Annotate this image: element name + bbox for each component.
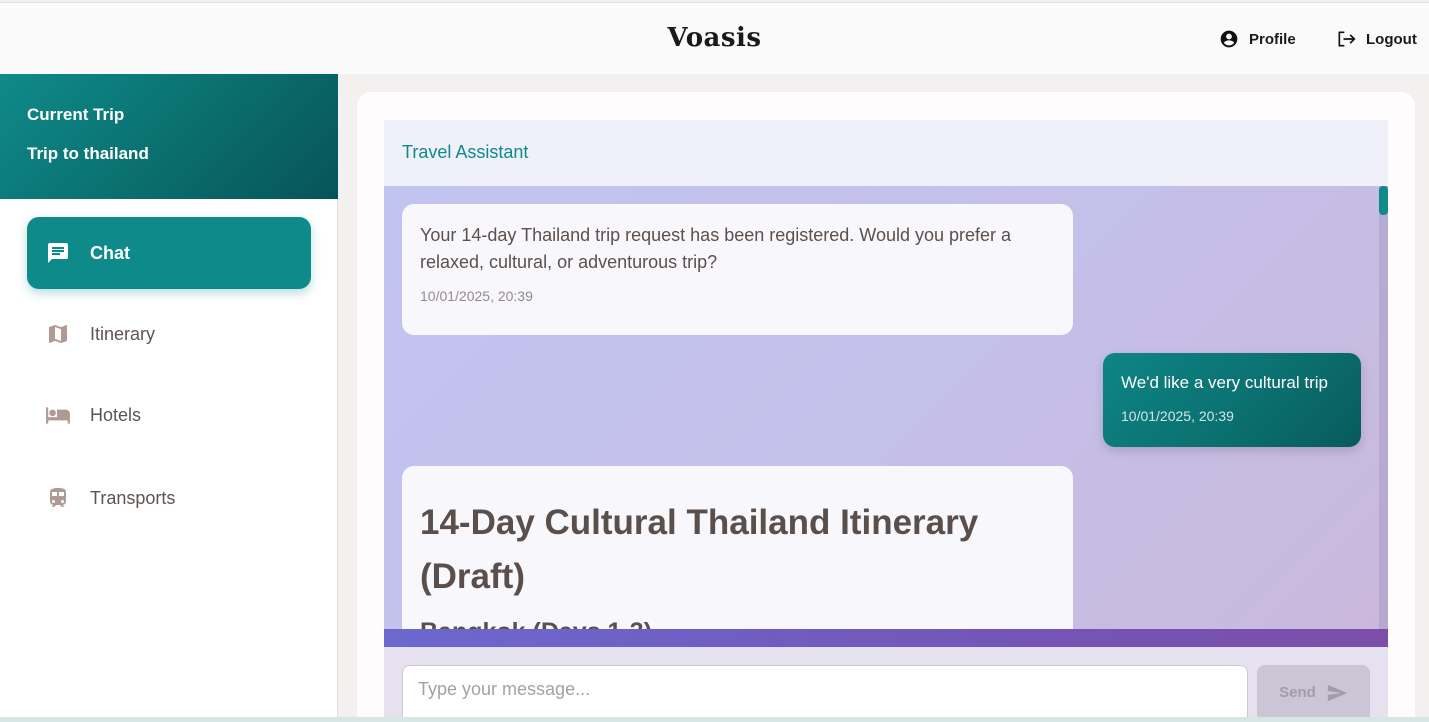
- profile-label: Profile: [1249, 30, 1296, 48]
- message-list[interactable]: Your 14-day Thailand trip request has be…: [384, 186, 1388, 629]
- chat-divider: [384, 629, 1388, 647]
- account-circle-icon: [1220, 30, 1238, 48]
- sidebar-item-label: Hotels: [90, 404, 142, 425]
- logout-label: Logout: [1366, 30, 1417, 48]
- app-header: Voasis Profile Logout: [0, 2, 1429, 74]
- message-composer: Send: [384, 647, 1388, 722]
- train-icon: [45, 485, 71, 511]
- message-timestamp: 10/01/2025, 20:39: [420, 288, 533, 304]
- sidebar-item-label: Chat: [90, 242, 130, 263]
- chat-title: Travel Assistant: [402, 142, 529, 162]
- profile-button[interactable]: Profile: [1219, 27, 1296, 51]
- sidebar-item-transports[interactable]: Transports: [27, 462, 311, 534]
- send-button[interactable]: Send: [1257, 665, 1370, 722]
- logout-button[interactable]: Logout: [1336, 27, 1417, 51]
- brand-logo[interactable]: Voasis: [0, 23, 1429, 53]
- chat-header: Travel Assistant: [384, 120, 1388, 186]
- itinerary-subheading: Bangkok (Days 1-3): [420, 618, 1055, 629]
- sidebar-item-itinerary[interactable]: Itinerary: [27, 298, 311, 370]
- map-icon: [45, 321, 71, 347]
- message-timestamp: 10/01/2025, 20:39: [1121, 408, 1234, 424]
- scrollbar-track[interactable]: [1379, 186, 1388, 629]
- message-input[interactable]: [402, 665, 1248, 722]
- message-text: We'd like a very cultural trip: [1121, 373, 1329, 392]
- assistant-message: Your 14-day Thailand trip request has be…: [402, 204, 1073, 335]
- chat-icon: [45, 240, 71, 266]
- sidebar-item-hotels[interactable]: Hotels: [27, 379, 311, 451]
- bed-icon: [45, 402, 71, 428]
- scrollbar-thumb[interactable]: [1379, 186, 1388, 215]
- sidebar-item-chat[interactable]: Chat: [27, 217, 311, 289]
- send-label: Send: [1279, 684, 1316, 701]
- sidebar-item-label: Itinerary: [90, 323, 156, 344]
- send-icon: [1327, 684, 1347, 702]
- user-message: We'd like a very cultural trip 10/01/202…: [1103, 353, 1361, 447]
- current-trip-card: Current Trip Trip to thailand: [0, 74, 338, 199]
- logout-icon: [1338, 31, 1356, 47]
- itinerary-heading: 14-Day Cultural Thailand Itinerary (Draf…: [420, 503, 979, 596]
- message-text: Your 14-day Thailand trip request has be…: [420, 225, 1012, 272]
- trip-name: Trip to thailand: [27, 144, 149, 163]
- current-trip-label: Current Trip: [27, 105, 125, 124]
- bottom-border: [0, 717, 1429, 722]
- sidebar: Current Trip Trip to thailand Chat Itine…: [0, 74, 338, 722]
- assistant-message: 14-Day Cultural Thailand Itinerary (Draf…: [402, 466, 1073, 629]
- sidebar-item-label: Transports: [90, 487, 176, 508]
